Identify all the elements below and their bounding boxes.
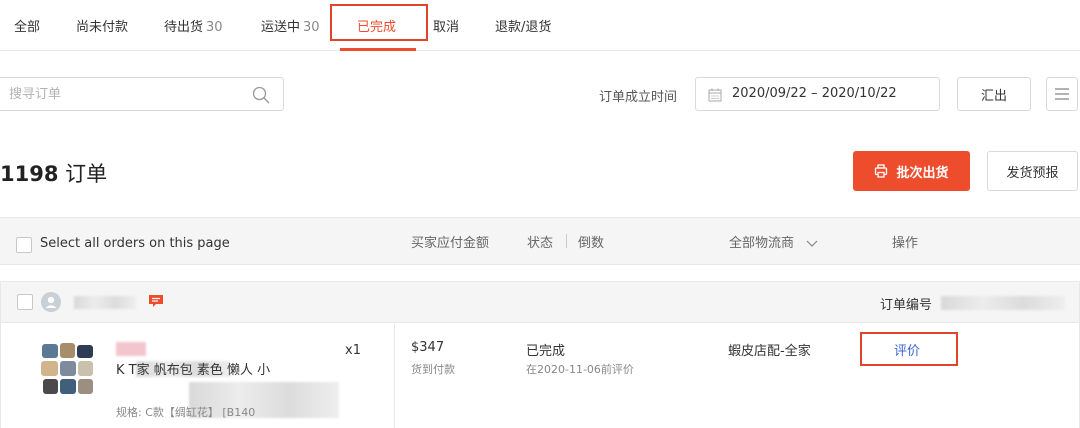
tab-count: 30 bbox=[303, 20, 320, 35]
date-range-picker[interactable]: 2020/09/22 – 2020/10/22 bbox=[695, 77, 940, 111]
date-range-value: 2020/09/22 – 2020/10/22 bbox=[732, 86, 897, 101]
search-box bbox=[0, 77, 284, 111]
order-number-redacted bbox=[941, 296, 1065, 310]
search-input[interactable] bbox=[9, 85, 239, 103]
date-filter-label: 订单成立时间 bbox=[599, 90, 678, 105]
select-all-label: Select all orders on this page bbox=[40, 236, 230, 251]
tab-shipping[interactable]: 运送中 30 bbox=[261, 16, 320, 35]
calendar-icon bbox=[708, 88, 722, 102]
column-divider bbox=[566, 234, 567, 248]
chat-icon[interactable] bbox=[148, 293, 164, 309]
tab-to-ship[interactable]: 待出货 30 bbox=[164, 16, 223, 35]
column-countdown[interactable]: 倒数 bbox=[578, 232, 604, 251]
ship-report-button[interactable]: 发货预报 bbox=[987, 151, 1078, 191]
active-tab-indicator bbox=[340, 48, 416, 51]
order-checkbox[interactable] bbox=[17, 294, 33, 310]
product-quantity: x1 bbox=[345, 343, 361, 358]
product-spec: 规格: C款【绸缸花】 [B140 bbox=[116, 406, 256, 419]
tab-label: 退款/退货 bbox=[495, 20, 552, 35]
user-icon bbox=[45, 296, 57, 308]
order-card: 订单编号 x1 K T家 帆布包 素色 懒人 小 规格: C款【绸缸花】 [B1… bbox=[0, 281, 1080, 428]
more-menu-button[interactable] bbox=[1046, 77, 1078, 111]
export-button[interactable]: 汇出 bbox=[957, 77, 1031, 111]
tab-label: 取消 bbox=[433, 20, 460, 35]
export-label: 汇出 bbox=[980, 88, 1007, 104]
order-status: 已完成 bbox=[526, 344, 566, 359]
batch-ship-label: 批次出货 bbox=[896, 165, 949, 181]
logistics-filter-label: 全部物流商 bbox=[729, 236, 795, 251]
select-all-checkbox[interactable] bbox=[16, 237, 32, 253]
review-deadline: 在2020-11-06前评价 bbox=[526, 363, 634, 376]
review-action-link[interactable]: 评价 bbox=[894, 340, 920, 359]
logistics-carrier: 蝦皮店配-全家 bbox=[728, 344, 811, 359]
tab-label: 尚未付款 bbox=[76, 20, 129, 35]
batch-ship-button[interactable]: 批次出货 bbox=[853, 151, 970, 191]
menu-icon bbox=[1055, 88, 1069, 100]
order-amount: $347 bbox=[411, 340, 445, 355]
order-status-tabs: 全部 尚未付款 待出货 30 运送中 30 已完成 取消 退款/退货 bbox=[0, 0, 1080, 51]
column-status: 状态 bbox=[527, 236, 554, 251]
ship-report-label: 发货预报 bbox=[1006, 165, 1059, 181]
tab-unpaid[interactable]: 尚未付款 bbox=[76, 16, 128, 35]
buyer-name-redacted bbox=[74, 296, 136, 309]
product-thumbnail[interactable] bbox=[39, 340, 97, 398]
avatar bbox=[41, 292, 61, 312]
tab-cancelled[interactable]: 取消 bbox=[433, 16, 459, 35]
column-divider bbox=[394, 324, 395, 428]
column-amount: 买家应付金额 bbox=[411, 236, 490, 251]
printer-icon bbox=[875, 164, 888, 178]
orders-table-header: Select all orders on this page 买家应付金额 状态… bbox=[0, 217, 1080, 265]
search-icon[interactable] bbox=[251, 85, 271, 105]
order-count-number: 1198 bbox=[0, 162, 59, 186]
payment-method: 货到付款 bbox=[411, 363, 455, 376]
logistics-filter-dropdown[interactable]: 全部物流商 bbox=[729, 232, 818, 251]
tab-completed[interactable]: 已完成 bbox=[357, 16, 396, 35]
chevron-down-icon bbox=[806, 240, 818, 247]
tab-all[interactable]: 全部 bbox=[14, 16, 40, 35]
tab-label: 运送中 bbox=[261, 20, 301, 35]
tab-label: 已完成 bbox=[357, 20, 397, 35]
order-count-title: 1198 订单 bbox=[0, 158, 107, 188]
tab-refund-return[interactable]: 退款/退货 bbox=[495, 16, 551, 35]
tab-label: 全部 bbox=[14, 20, 41, 35]
tab-label: 待出货 bbox=[164, 20, 204, 35]
column-actions: 操作 bbox=[892, 236, 919, 251]
order-count-unit: 订单 bbox=[65, 162, 108, 186]
product-tag-redacted bbox=[116, 342, 146, 356]
tab-count: 30 bbox=[206, 20, 223, 35]
order-card-header: 订单编号 bbox=[1, 282, 1079, 323]
product-name[interactable]: K T家 帆布包 素色 懒人 小 bbox=[116, 360, 336, 381]
order-number-label: 订单编号 bbox=[880, 298, 933, 313]
